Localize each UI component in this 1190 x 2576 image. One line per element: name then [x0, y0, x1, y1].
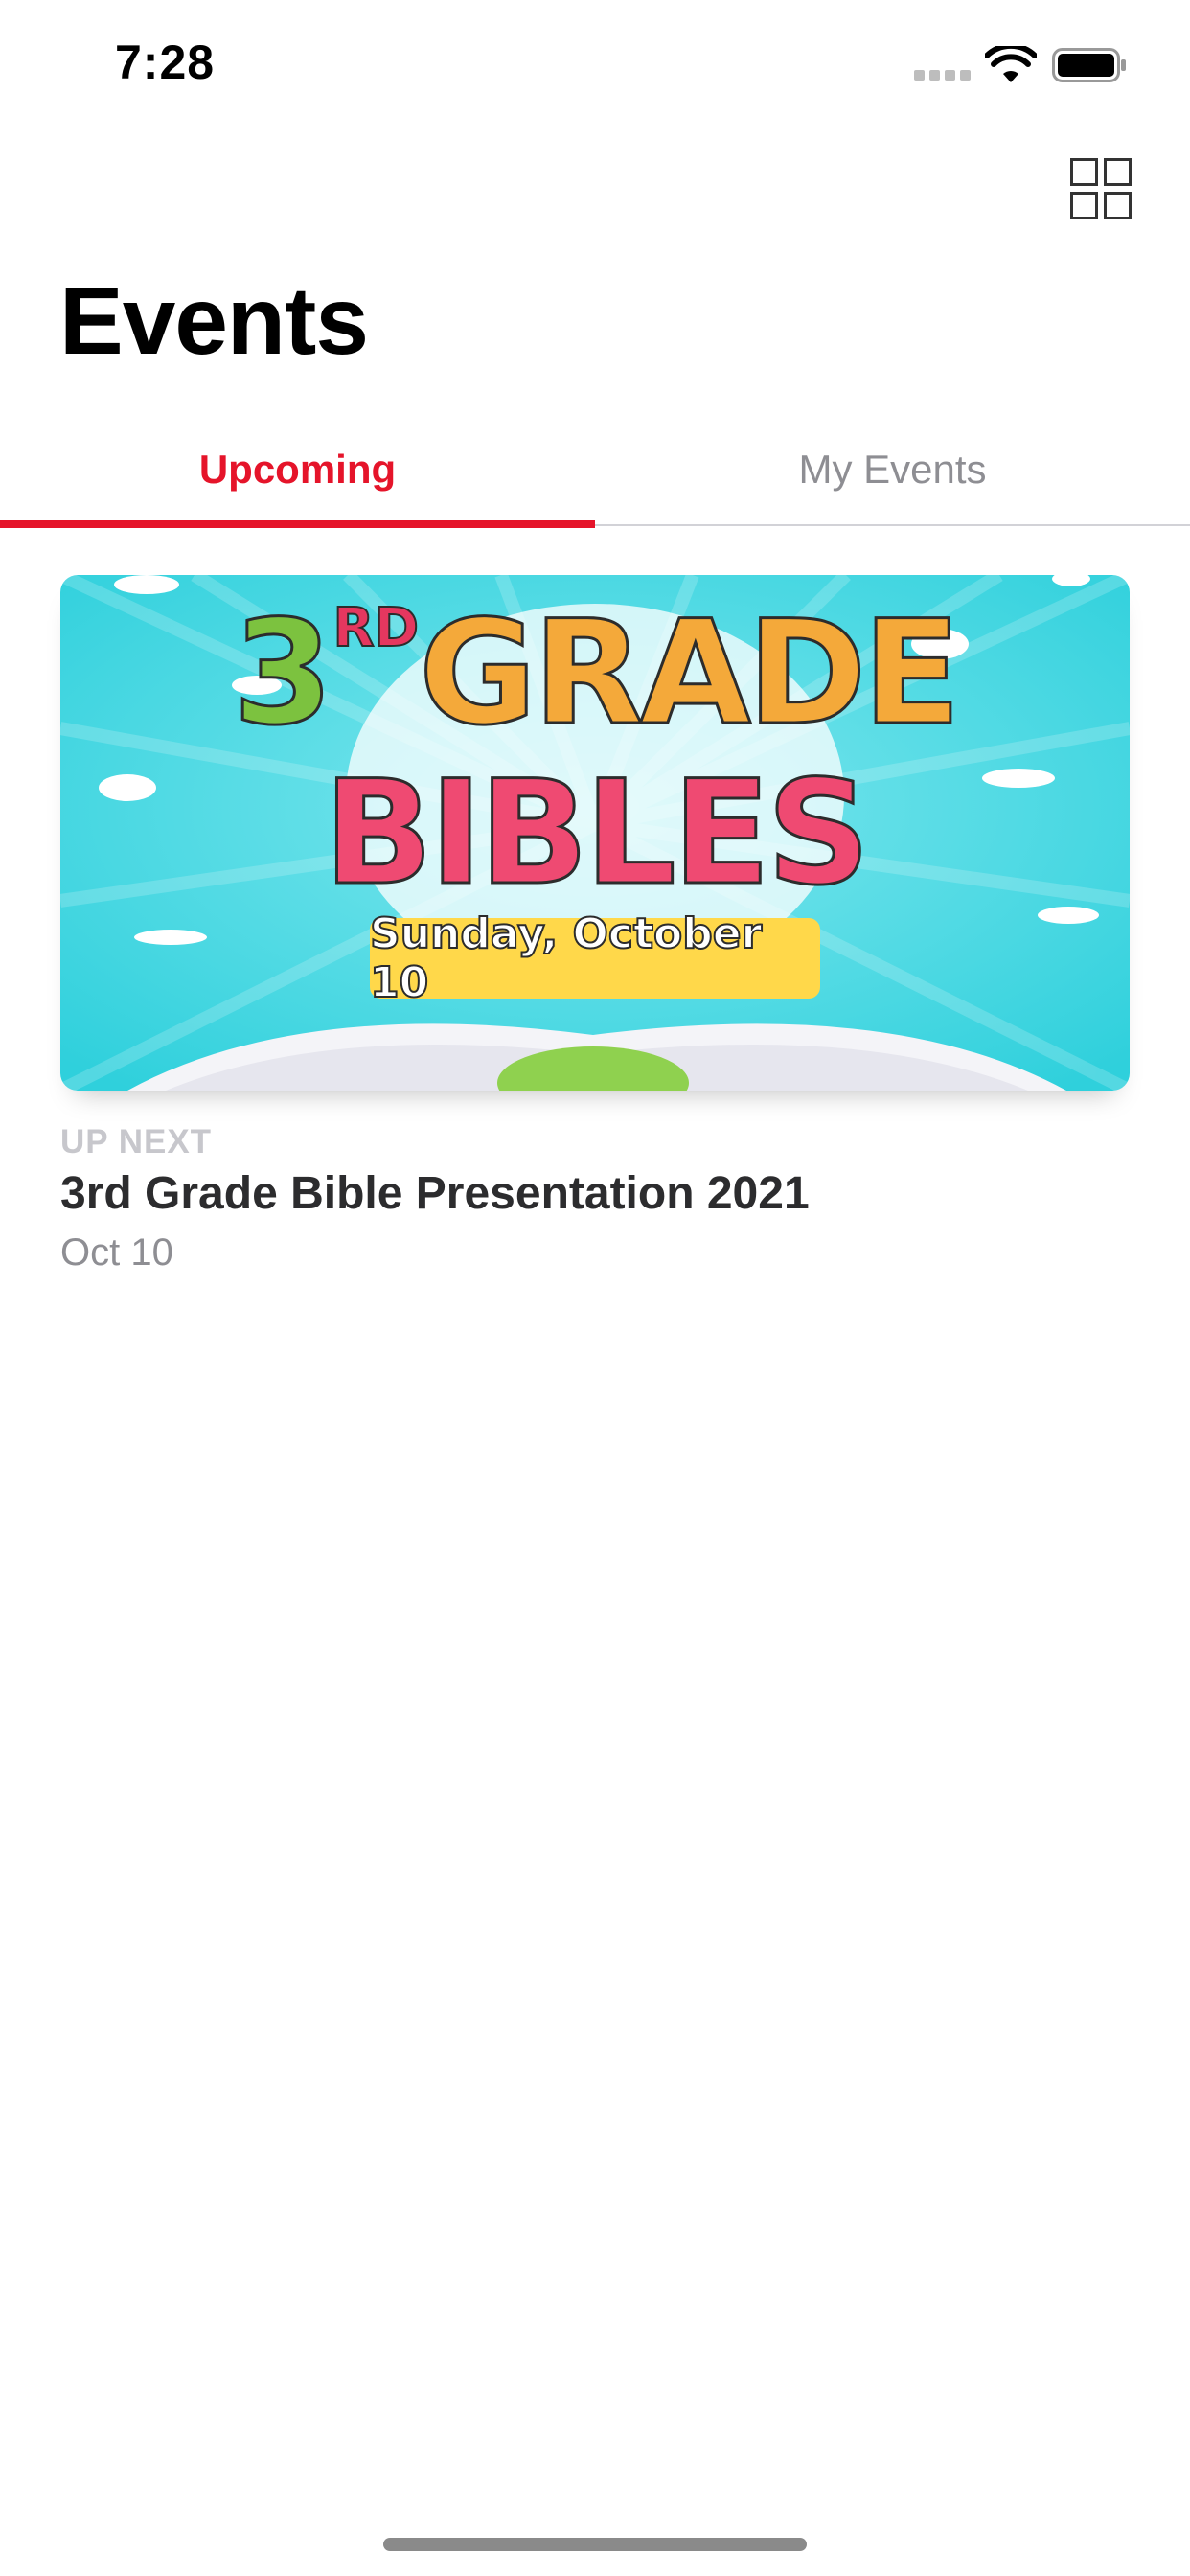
artwork-grade-suffix: RD — [332, 597, 421, 659]
tab-bar: Upcoming My Events — [0, 412, 1190, 527]
status-time: 7:28 — [115, 35, 216, 89]
battery-icon — [1052, 48, 1126, 82]
wifi-icon — [985, 46, 1037, 82]
event-card[interactable]: 3RDGRADE BIBLES Sunday, October 10 UP NE… — [60, 575, 1130, 1274]
event-title[interactable]: 3rd Grade Bible Presentation 2021 — [60, 1167, 810, 1220]
cellular-signal-icon — [914, 70, 972, 83]
artwork-grade-word: GRADE — [418, 590, 963, 757]
grid-view-icon[interactable] — [1070, 158, 1132, 219]
event-date: Oct 10 — [60, 1231, 173, 1274]
artwork-bibles: BIBLES — [322, 750, 872, 917]
event-image[interactable]: 3RDGRADE BIBLES Sunday, October 10 — [60, 575, 1130, 1091]
status-bar: 7:28 — [0, 0, 1190, 126]
home-indicator — [383, 2538, 807, 2551]
section-label: UP NEXT — [60, 1123, 213, 1161]
artwork-grade-number: 3 — [232, 590, 334, 757]
tab-active-indicator — [0, 520, 595, 528]
artwork-date-banner: Sunday, October 10 — [369, 908, 820, 1008]
artwork-date-text: Sunday, October 10 — [369, 908, 763, 1008]
artwork-headline: 3RDGRADE — [60, 601, 1130, 748]
tab-my-events[interactable]: My Events — [595, 412, 1190, 527]
page-title: Events — [59, 267, 369, 375]
tab-upcoming[interactable]: Upcoming — [0, 412, 595, 527]
